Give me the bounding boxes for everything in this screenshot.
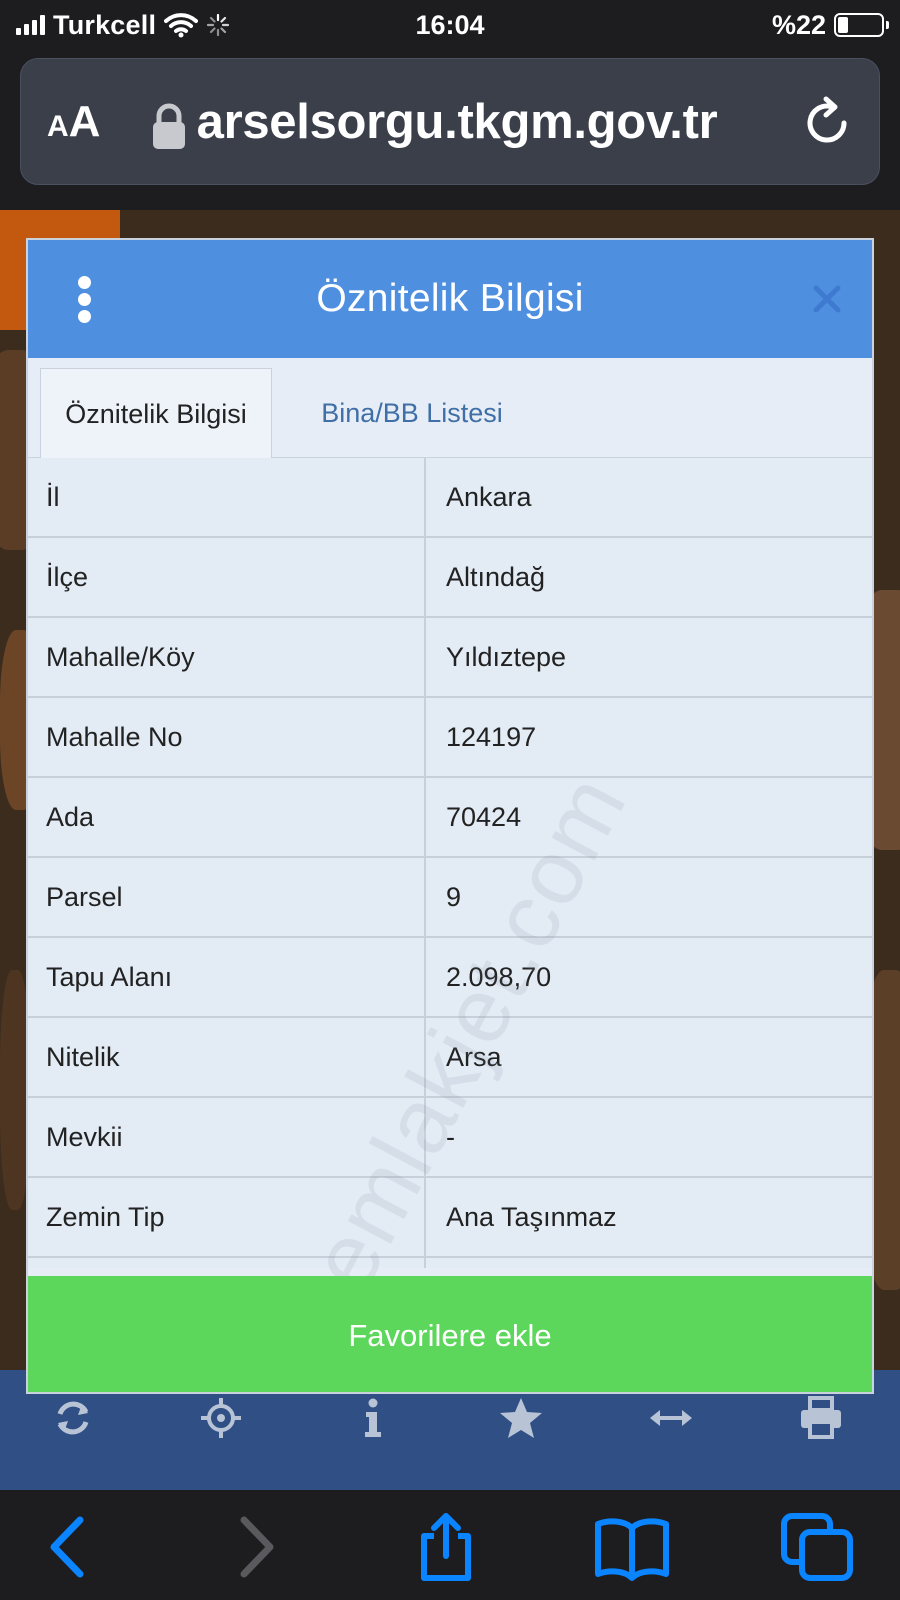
share-icon[interactable] — [408, 1512, 484, 1582]
dialog-header: Öznitelik Bilgisi — [28, 240, 872, 358]
browser-top-bar: AA parselsorgu.tkgm.gov.tr — [0, 50, 900, 210]
reader-settings-button[interactable]: AA — [47, 95, 100, 159]
status-bar: Turkcell 16:04 %22 — [0, 0, 900, 50]
tab-attribute-info[interactable]: Öznitelik Bilgisi — [40, 368, 272, 459]
row-label: Mevkii — [28, 1098, 426, 1176]
row-value: 70424 — [446, 802, 522, 832]
table-row: Mahalle/Köy Yıldıztepe — [28, 618, 872, 698]
table-row-partial — [28, 1258, 872, 1268]
status-right: %22 — [771, 8, 889, 42]
status-time: 16:04 — [415, 10, 485, 40]
battery-level — [838, 17, 849, 33]
row-value: Altındağ — [446, 562, 546, 592]
row-value: 124197 — [446, 722, 537, 752]
tabs-icon[interactable] — [780, 1512, 856, 1582]
locate-icon[interactable] — [198, 1395, 244, 1441]
table-row: Nitelik Arsa — [28, 1018, 872, 1098]
row-value: 9 — [446, 882, 462, 912]
row-label: Mahalle No — [28, 698, 426, 776]
row-value: 2.098,70 — [446, 962, 552, 992]
table-row: Mevkii - — [28, 1098, 872, 1178]
tab-building-list[interactable]: Bina/BB Listesi — [272, 368, 552, 459]
battery-icon — [834, 13, 889, 37]
table-row: Parsel 9 — [28, 858, 872, 938]
info-icon[interactable] — [350, 1395, 396, 1441]
lock-icon — [153, 103, 185, 149]
forward-icon[interactable] — [216, 1512, 292, 1582]
add-to-favorites-button[interactable]: Favorilere ekle — [28, 1276, 872, 1392]
safari-toolbar — [0, 1490, 900, 1600]
row-label: Ada — [28, 778, 426, 856]
row-label: Mahalle/Köy — [28, 618, 426, 696]
dialog-tabs: Öznitelik Bilgisi Bina/BB Listesi — [28, 358, 872, 459]
back-icon[interactable] — [30, 1512, 106, 1582]
row-value: Ana Taşınmaz — [446, 1202, 617, 1232]
battery-percentage: %22 — [771, 9, 826, 40]
bookmarks-icon[interactable] — [594, 1512, 670, 1582]
row-value: Arsa — [446, 1042, 502, 1072]
row-label: Tapu Alanı — [28, 938, 426, 1016]
table-row: İlçe Altındağ — [28, 538, 872, 618]
refresh-icon[interactable] — [50, 1395, 96, 1441]
table-row: Ada 70424 — [28, 778, 872, 858]
table-row: Tapu Alanı 2.098,70 — [28, 938, 872, 1018]
dialog-title: Öznitelik Bilgisi — [316, 277, 584, 320]
row-label: Nitelik — [28, 1018, 426, 1096]
row-label: Zemin Tip — [28, 1178, 426, 1256]
table-row: İl Ankara — [28, 458, 872, 538]
reload-icon[interactable] — [799, 95, 855, 151]
print-icon[interactable] — [798, 1395, 844, 1441]
star-icon[interactable] — [498, 1395, 544, 1441]
address-bar[interactable]: AA parselsorgu.tkgm.gov.tr — [20, 58, 880, 185]
close-icon[interactable] — [812, 284, 842, 314]
row-value: - — [446, 1122, 455, 1152]
row-label: Parsel — [28, 858, 426, 936]
row-value: Ankara — [446, 482, 532, 512]
resize-horizontal-icon[interactable] — [648, 1395, 694, 1441]
table-row: Zemin Tip Ana Taşınmaz — [28, 1178, 872, 1258]
row-value: Yıldıztepe — [446, 642, 567, 672]
table-row: Mahalle No 124197 — [28, 698, 872, 778]
attribute-table: İl Ankara İlçe Altındağ Mahalle/Köy Yıld… — [28, 458, 872, 1268]
attribute-info-dialog: Öznitelik Bilgisi Öznitelik Bilgisi Bina… — [26, 238, 874, 1394]
row-label: İl — [28, 458, 426, 536]
url-text[interactable]: parselsorgu.tkgm.gov.tr — [197, 89, 807, 155]
row-label: İlçe — [28, 538, 426, 616]
